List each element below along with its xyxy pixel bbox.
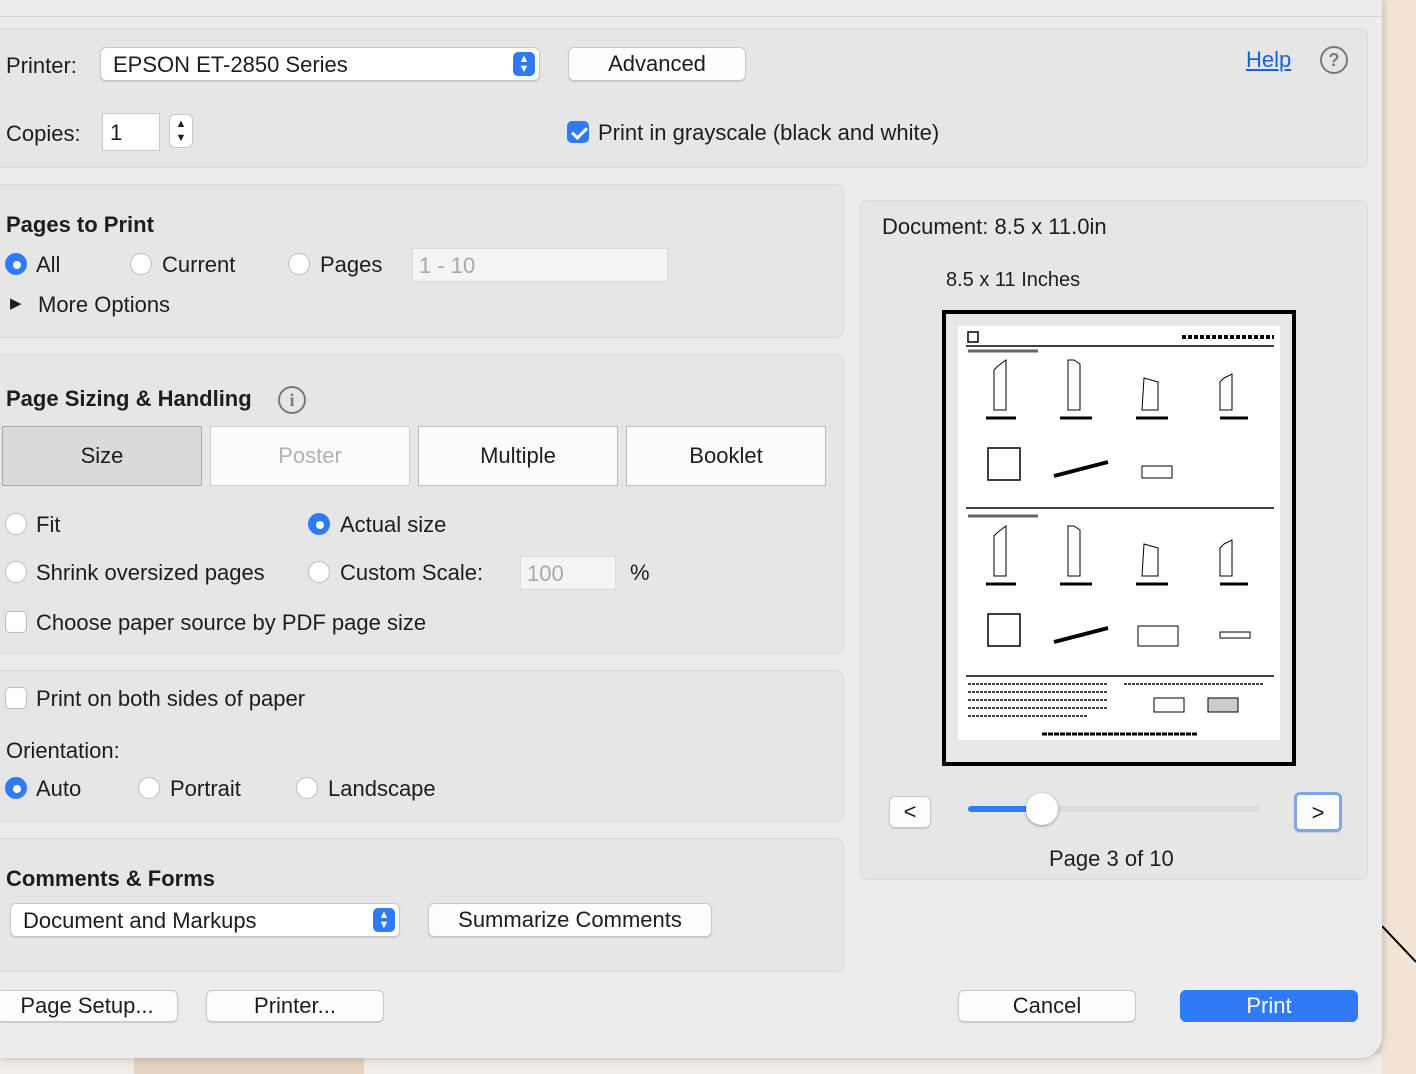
preview-page-thumbnail xyxy=(958,326,1280,740)
duplex-label: Print on both sides of paper xyxy=(36,686,306,711)
summarize-comments-button[interactable]: Summarize Comments xyxy=(428,903,712,937)
tab-poster: Poster xyxy=(210,426,410,486)
print-dialog: Printer: EPSON ET-2850 Series ▲ ▼ Advance… xyxy=(0,0,1382,1058)
radio-custom-scale-label: Custom Scale: xyxy=(340,560,484,585)
radio-actual-size[interactable] xyxy=(308,513,330,535)
disclosure-triangle-icon[interactable]: ▶ xyxy=(10,294,22,312)
chevron-up-down-icon: ▲ ▼ xyxy=(373,908,395,932)
radio-orientation-auto-label: Auto xyxy=(36,776,82,801)
advanced-button[interactable]: Advanced xyxy=(568,47,746,81)
page-setup-button[interactable]: Page Setup... xyxy=(0,990,178,1022)
grayscale-checkbox[interactable] xyxy=(567,121,589,143)
comments-select[interactable]: Document and Markups ▲ ▼ xyxy=(10,903,400,937)
radio-shrink-oversized-label: Shrink oversized pages xyxy=(36,560,265,585)
radio-pages[interactable] xyxy=(288,253,310,275)
tab-multiple[interactable]: Multiple xyxy=(418,426,618,486)
page-preview xyxy=(942,310,1296,766)
tab-size[interactable]: Size xyxy=(2,426,202,486)
next-page-button[interactable]: > xyxy=(1294,792,1342,832)
page-sizing-title: Page Sizing & Handling xyxy=(6,386,252,411)
comments-title: Comments & Forms xyxy=(6,866,216,891)
printer-select-value: EPSON ET-2850 Series xyxy=(113,52,348,77)
radio-orientation-portrait-label: Portrait xyxy=(170,776,241,801)
tab-booklet[interactable]: Booklet xyxy=(626,426,826,486)
printer-label: Printer: xyxy=(6,53,77,78)
pages-to-print-title: Pages to Print xyxy=(6,212,154,237)
radio-fit-label: Fit xyxy=(36,512,61,537)
printer-button[interactable]: Printer... xyxy=(206,990,384,1022)
radio-custom-scale[interactable] xyxy=(308,561,330,583)
radio-orientation-auto[interactable] xyxy=(5,777,27,799)
help-link[interactable]: Help xyxy=(1246,47,1291,73)
copies-stepper[interactable]: ▲ ▼ xyxy=(169,114,193,148)
paper-source-label: Choose paper source by PDF page size xyxy=(36,610,427,635)
background-desktop-right xyxy=(1382,0,1416,1074)
copies-value: 1 xyxy=(110,120,123,145)
radio-pages-label: Pages xyxy=(320,252,383,277)
chevron-up-down-icon: ▲ ▼ xyxy=(513,52,535,76)
info-icon[interactable]: i xyxy=(278,386,306,414)
radio-current[interactable] xyxy=(130,253,152,275)
print-button[interactable]: Print xyxy=(1180,990,1358,1022)
more-options-label[interactable]: More Options xyxy=(38,292,170,318)
radio-actual-size-label: Actual size xyxy=(340,512,447,537)
chevron-up-icon[interactable]: ▲ xyxy=(176,118,187,130)
document-size-label: Document: 8.5 x 11.0in xyxy=(882,214,1107,239)
printer-select[interactable]: EPSON ET-2850 Series ▲ ▼ xyxy=(100,47,540,81)
chevron-down-icon[interactable]: ▼ xyxy=(176,132,187,144)
paper-source-checkbox[interactable] xyxy=(5,611,27,633)
prev-page-button[interactable]: < xyxy=(889,796,931,828)
page-indicator: Page 3 of 10 xyxy=(1049,846,1174,871)
comments-select-value: Document and Markups xyxy=(23,908,257,933)
copies-label: Copies: xyxy=(6,121,81,146)
preview-page-drawing xyxy=(966,331,1274,736)
duplex-checkbox[interactable] xyxy=(5,687,27,709)
page-slider[interactable] xyxy=(968,793,1260,825)
copies-input[interactable]: 1 xyxy=(102,113,160,151)
grayscale-label: Print in grayscale (black and white) xyxy=(598,120,940,145)
orientation-label: Orientation: xyxy=(6,738,120,763)
radio-current-label: Current xyxy=(162,252,236,277)
radio-fit[interactable] xyxy=(5,513,27,535)
radio-all[interactable] xyxy=(5,253,27,275)
question-circle-icon[interactable]: ? xyxy=(1320,46,1348,74)
percent-label: % xyxy=(630,560,650,585)
cancel-button[interactable]: Cancel xyxy=(958,990,1136,1022)
radio-shrink-oversized[interactable] xyxy=(5,561,27,583)
dialog-top-divider xyxy=(0,16,1382,17)
radio-orientation-portrait[interactable] xyxy=(138,777,160,799)
radio-all-label: All xyxy=(36,252,61,277)
pages-range-input[interactable]: 1 - 10 xyxy=(412,248,668,282)
paper-size-label: 8.5 x 11 Inches xyxy=(946,269,1081,291)
radio-orientation-landscape[interactable] xyxy=(296,777,318,799)
radio-orientation-landscape-label: Landscape xyxy=(328,776,436,801)
page-slider-thumb[interactable] xyxy=(1026,793,1058,825)
background-drawing xyxy=(1382,925,1416,963)
custom-scale-input[interactable]: 100 xyxy=(520,556,616,590)
